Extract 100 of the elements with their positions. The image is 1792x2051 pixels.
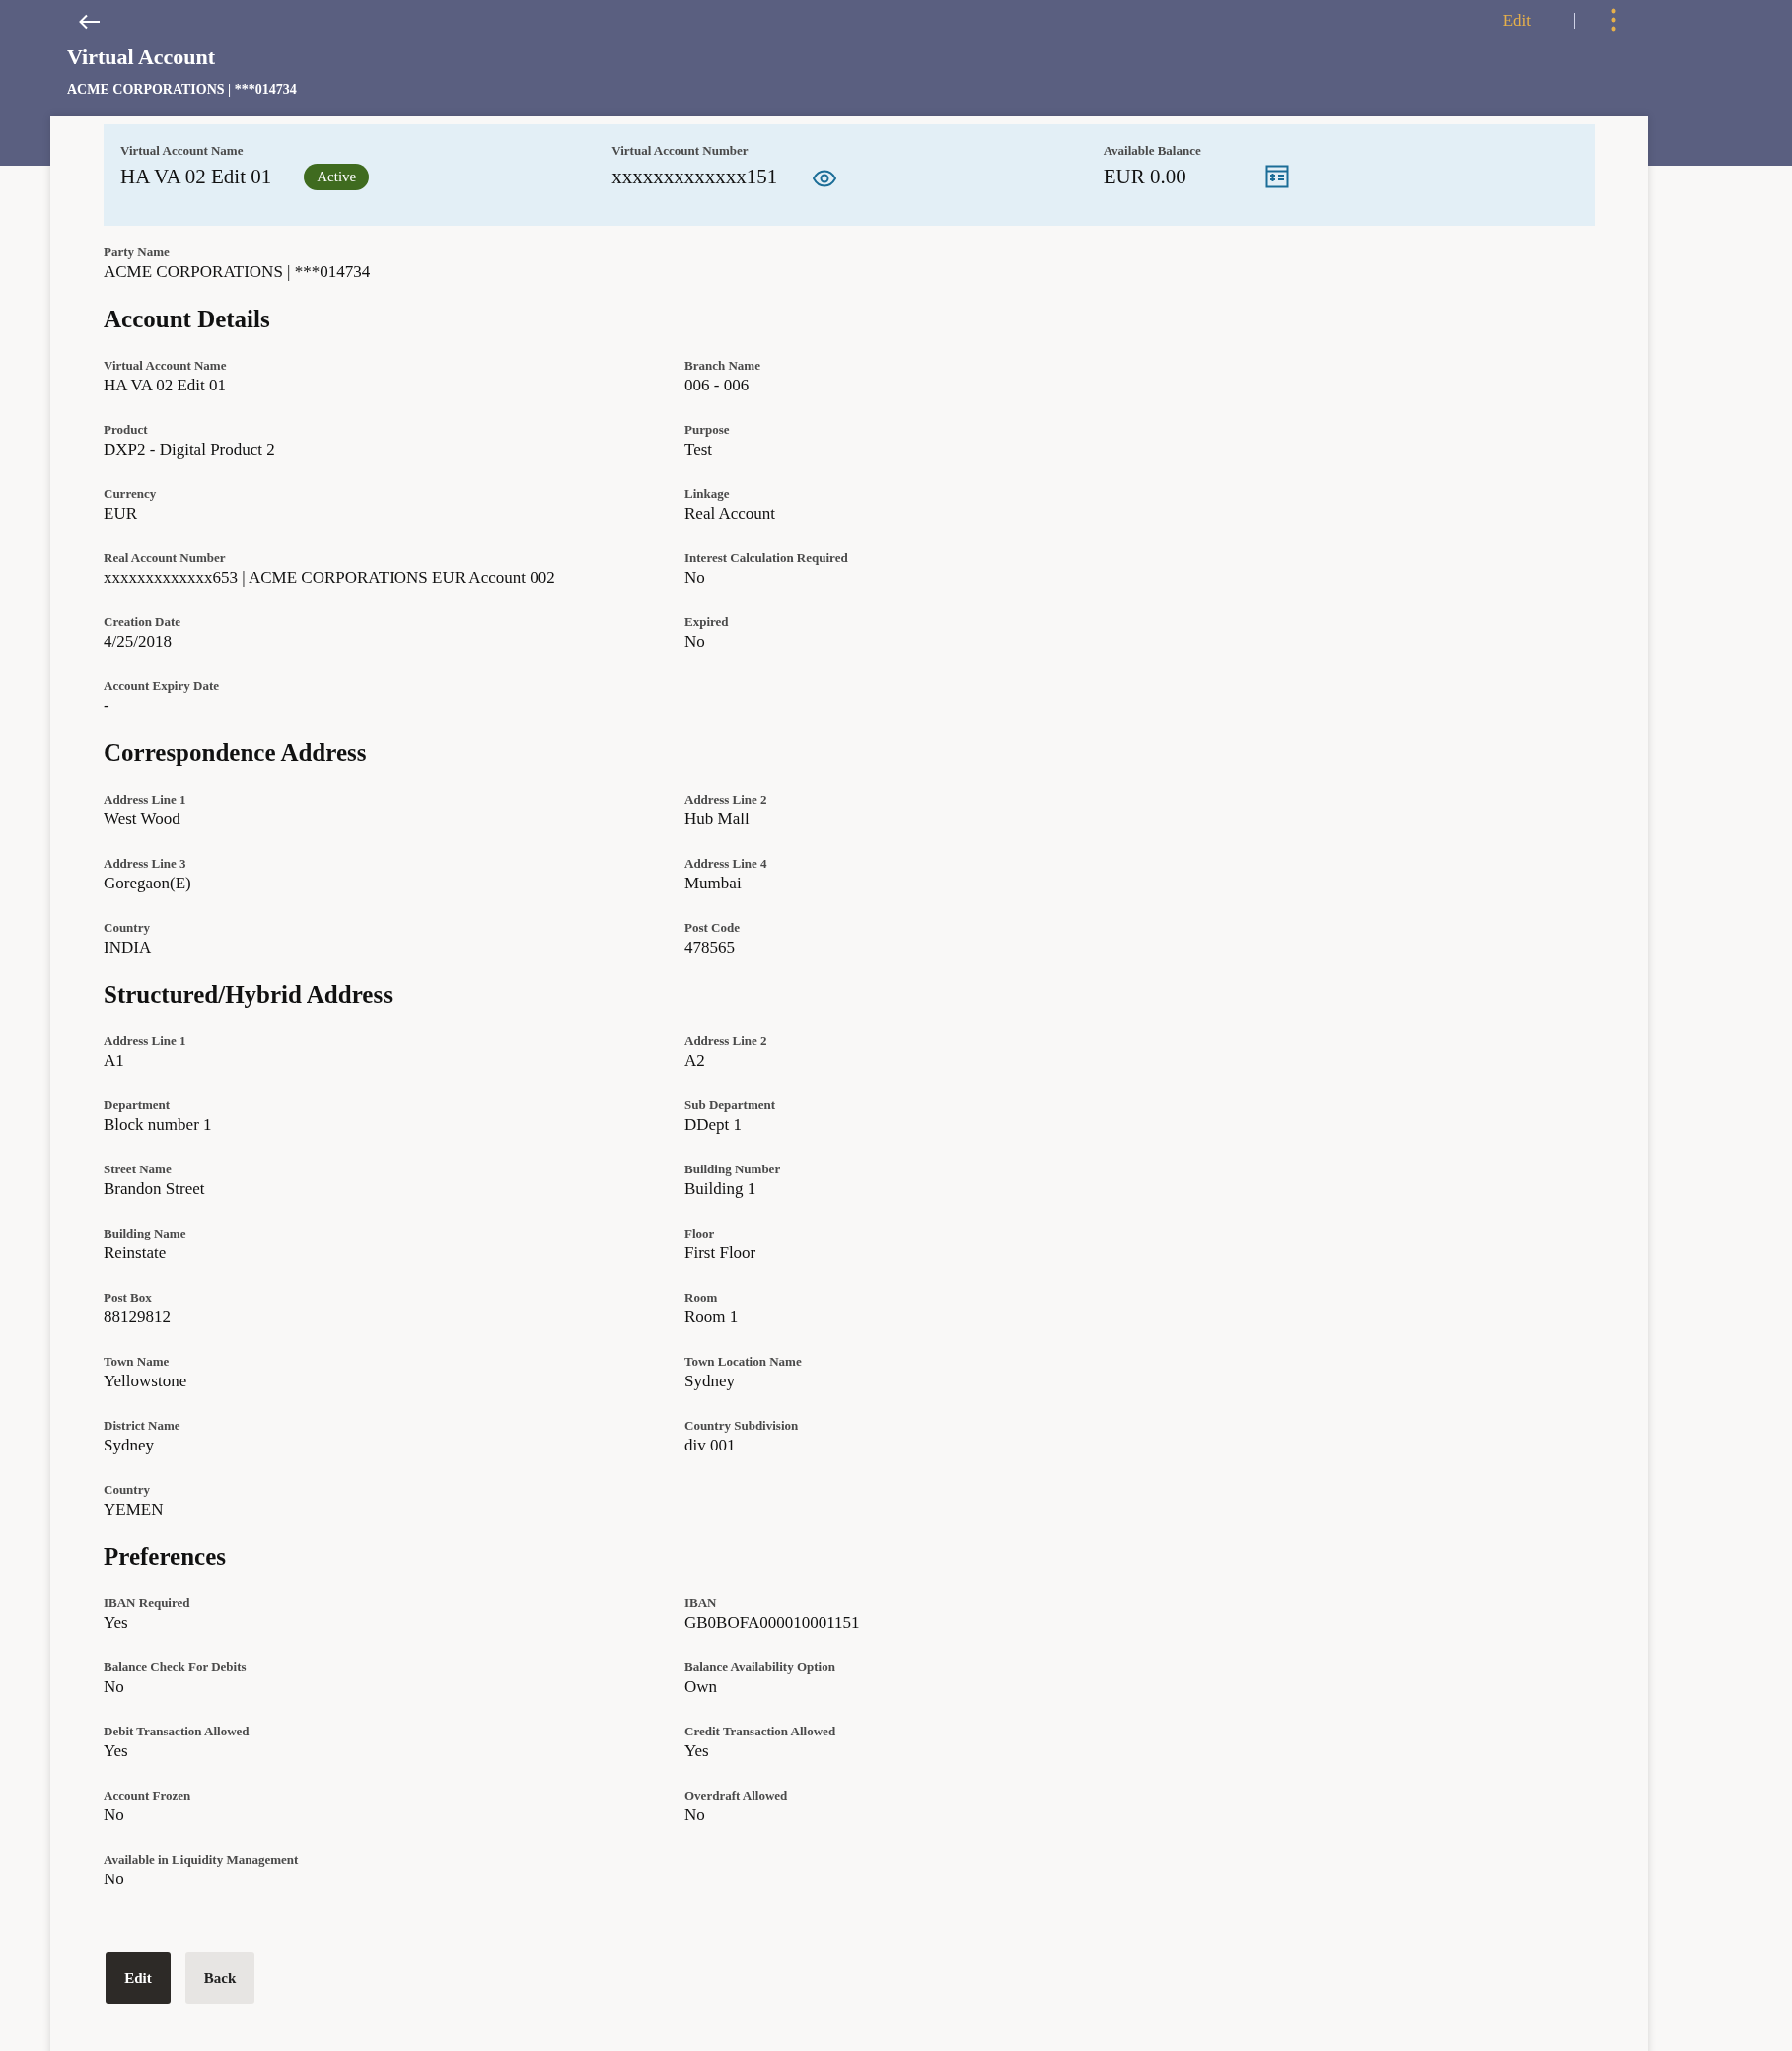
field-label: Real Account Number: [104, 549, 227, 567]
field-label: Balance Check For Debits: [104, 1659, 248, 1676]
eye-icon[interactable]: [813, 170, 837, 187]
field-value: Room 1: [684, 1307, 740, 1328]
field-value: A2: [684, 1050, 706, 1072]
field-label: Country: [104, 1481, 151, 1499]
field-value: No: [104, 1676, 125, 1698]
field-value: div 001: [684, 1435, 737, 1456]
field-value: West Wood: [104, 809, 181, 830]
field-value: Brandon Street: [104, 1178, 206, 1200]
field-value: Yellowstone: [104, 1371, 188, 1392]
field-label: Branch Name: [684, 357, 761, 375]
field-label: Address Line 1: [104, 1032, 187, 1050]
edit-button[interactable]: Edit: [106, 1952, 171, 2004]
summary-label: Virtual Account Name: [120, 142, 245, 160]
field-value: 88129812: [104, 1307, 172, 1328]
field-value: ACME CORPORATIONS | ***014734: [104, 261, 372, 283]
page-title: Virtual Account: [67, 42, 217, 71]
field-value: 006 - 006: [684, 375, 751, 396]
field-value: Reinstate: [104, 1242, 168, 1264]
field-value: Test: [684, 439, 714, 460]
field-label: Building Name: [104, 1225, 187, 1242]
field-value: INDIA: [104, 937, 153, 958]
field-label: Floor: [684, 1225, 716, 1242]
field-value: -: [104, 695, 110, 717]
field-value: 4/25/2018: [104, 631, 173, 653]
field-label: Account Frozen: [104, 1787, 192, 1804]
field-label: Address Line 2: [684, 1032, 768, 1050]
field-label: IBAN Required: [104, 1594, 191, 1612]
field-label: Post Box: [104, 1289, 153, 1307]
field-label: Debit Transaction Allowed: [104, 1723, 251, 1740]
field-value: Mumbai: [684, 873, 743, 894]
field-value: EUR: [104, 503, 138, 525]
field-label: Virtual Account Name: [104, 357, 228, 375]
field-value: Yes: [684, 1740, 710, 1762]
field-value: Sydney: [104, 1435, 155, 1456]
field-label: Address Line 4: [684, 855, 768, 873]
field-value: Yes: [104, 1740, 129, 1762]
field-label: Post Code: [684, 919, 741, 937]
section-heading: Preferences: [104, 1542, 227, 1572]
field-label: Address Line 2: [684, 791, 768, 809]
field-label: Address Line 3: [104, 855, 187, 873]
summary-value: EUR 0.00: [1103, 164, 1186, 189]
field-label: Country: [104, 919, 151, 937]
field-label: Country Subdivision: [684, 1417, 800, 1435]
field-label: Overdraft Allowed: [684, 1787, 789, 1804]
field-value: Building 1: [684, 1178, 757, 1200]
field-label: Linkage: [684, 485, 731, 503]
status-badge: Active: [304, 164, 370, 190]
field-value: Goregaon(E): [104, 873, 192, 894]
field-value: No: [104, 1869, 125, 1890]
section-heading: Correspondence Address: [104, 739, 368, 768]
field-label: Room: [684, 1289, 719, 1307]
field-label: IBAN: [684, 1594, 718, 1612]
page-subtitle: ACME CORPORATIONS | ***014734: [67, 80, 298, 99]
field-value: No: [684, 1804, 706, 1826]
field-label: Street Name: [104, 1161, 173, 1178]
field-value: Hub Mall: [684, 809, 751, 830]
summary-label: Virtual Account Number: [611, 142, 750, 160]
summary-value: HA VA 02 Edit 01: [120, 164, 272, 190]
field-label: Town Name: [104, 1353, 171, 1371]
field-label: Product: [104, 421, 149, 439]
field-value: DDept 1: [684, 1114, 744, 1136]
field-label: Credit Transaction Allowed: [684, 1723, 837, 1740]
back-button[interactable]: Back: [185, 1952, 254, 2004]
field-label: Sub Department: [684, 1096, 777, 1114]
field-value: First Floor: [684, 1242, 757, 1264]
field-label: District Name: [104, 1417, 181, 1435]
field-value: A1: [104, 1050, 125, 1072]
field-label: Expired: [684, 613, 730, 631]
field-label: Available in Liquidity Management: [104, 1851, 300, 1869]
field-value: Real Account: [684, 503, 777, 525]
field-value: No: [104, 1804, 125, 1826]
back-arrow-icon[interactable]: [79, 14, 101, 30]
section-heading: Structured/Hybrid Address: [104, 980, 394, 1010]
field-value: Own: [684, 1676, 719, 1698]
field-value: Block number 1: [104, 1114, 213, 1136]
field-label: Balance Availability Option: [684, 1659, 836, 1676]
statement-icon[interactable]: [1264, 165, 1289, 188]
field-value: xxxxxxxxxxxxx653 | ACME CORPORATIONS EUR Account 002: [104, 567, 556, 589]
field-value: Sydney: [684, 1371, 736, 1392]
field-value: Yes: [104, 1612, 129, 1634]
field-label: Purpose: [684, 421, 731, 439]
summary-label: Available Balance: [1103, 142, 1202, 160]
field-value: No: [684, 567, 706, 589]
field-value: GB0BOFA000010001151: [684, 1612, 861, 1634]
field-label: Address Line 1: [104, 791, 187, 809]
field-label: Interest Calculation Required: [684, 549, 849, 567]
field-label: Account Expiry Date: [104, 677, 220, 695]
field-value: HA VA 02 Edit 01: [104, 375, 228, 396]
field-value: YEMEN: [104, 1499, 165, 1521]
field-label: Building Number: [684, 1161, 782, 1178]
field-label: Party Name: [104, 244, 171, 261]
field-value: No: [684, 631, 706, 653]
summary-value: xxxxxxxxxxxxx151: [611, 164, 778, 189]
field-value: DXP2 - Digital Product 2: [104, 439, 276, 460]
section-heading: Account Details: [104, 305, 271, 334]
field-label: Currency: [104, 485, 158, 503]
more-options-icon[interactable]: [1611, 8, 1616, 32]
field-label: Town Location Name: [684, 1353, 803, 1371]
